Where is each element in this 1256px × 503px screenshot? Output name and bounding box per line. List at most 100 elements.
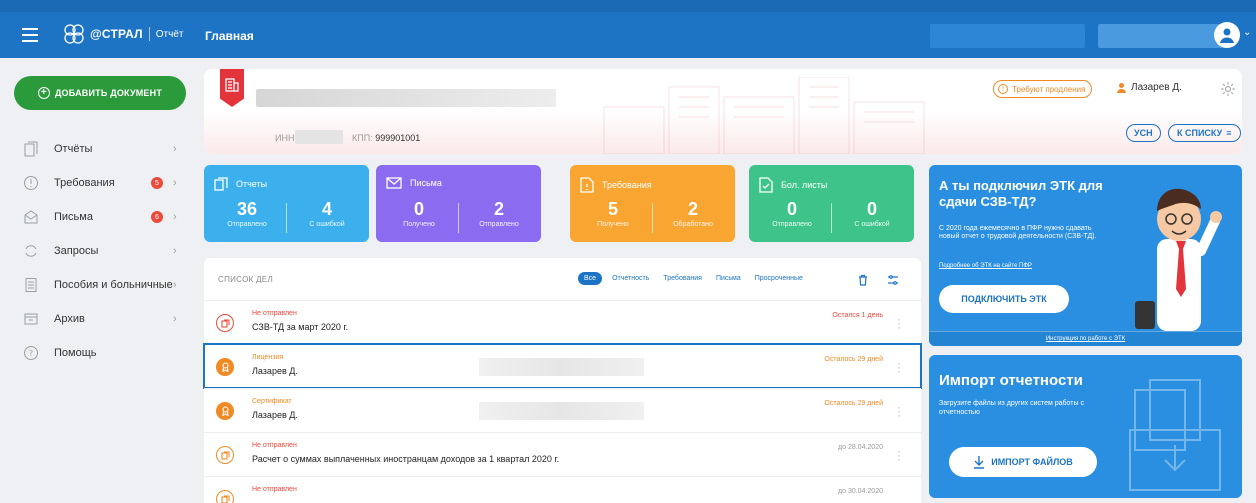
tile-caption: Отправлено: [227, 221, 267, 228]
task-row[interactable]: Сертификат Лазарев Д. Осталось 29 дней ·…: [204, 388, 921, 432]
task-status: Не отправлен: [252, 486, 297, 493]
document-alert-icon: [580, 177, 594, 193]
license-icon: [216, 358, 234, 376]
import-promo-card: Импорт отчетности Загрузите файлы из дру…: [929, 355, 1242, 498]
envelope-icon: [386, 177, 402, 189]
user-avatar[interactable]: [1214, 22, 1240, 48]
import-files-button[interactable]: ИМПОРТ ФАЙЛОВ: [949, 447, 1097, 477]
etk-promo-card: А ты подключил ЭТК для сдачи СЗВ-ТД? С 2…: [929, 165, 1242, 346]
count-badge: 6: [151, 211, 163, 223]
add-document-label: ДОБАВИТЬ ДОКУМЕНТ: [54, 88, 163, 98]
tile-divider: [458, 203, 459, 233]
import-files-label: ИМПОРТ ФАЙЛОВ: [991, 457, 1073, 467]
tile-letters[interactable]: Письма 0 Получено 2 Отправлено: [376, 165, 541, 242]
sidebar-item-label: Помощь: [54, 347, 97, 359]
top-bar: @СТРАЛ Отчёт Главная ⌄: [0, 0, 1256, 58]
sidebar-item-help[interactable]: ? Помощь: [0, 335, 196, 371]
filter-overdue[interactable]: Просроченные: [755, 275, 803, 282]
tile-requirements[interactable]: Требования 5 Получено 2 Обработано: [570, 165, 735, 242]
org-selector[interactable]: [930, 24, 1085, 48]
company-name: [256, 89, 556, 107]
promo-text: Загрузите файлы из других систем работы …: [939, 400, 1084, 416]
tile-sick-leave[interactable]: Бол. листы 0 Отправлено 0 С ошибкой: [749, 165, 914, 242]
task-row[interactable]: Не отправлен до 30.04.2020: [204, 476, 921, 503]
tile-divider: [286, 203, 287, 233]
promo-heading: Импорт отчетности: [939, 372, 1083, 389]
businessman-illustration: [1135, 188, 1222, 331]
tile-caption: С ошибкой: [854, 221, 890, 228]
report-not-sent-icon: [216, 490, 234, 503]
chevron-down-icon[interactable]: ⌄: [1243, 27, 1251, 38]
tile-caption: Обработано: [673, 221, 713, 228]
buildings-illustration: [603, 77, 925, 154]
more-vertical-icon[interactable]: · · ·: [897, 445, 901, 465]
sidebar-item-reports[interactable]: Отчёты ›: [0, 131, 196, 167]
envelope-icon: [24, 210, 38, 224]
chevron-right-icon: ›: [173, 313, 177, 325]
gear-icon[interactable]: [1220, 81, 1236, 97]
settings-sliders-icon[interactable]: [887, 274, 899, 286]
to-list-label: К СПИСКУ: [1177, 128, 1223, 138]
kpp: КПП: 999901001: [352, 133, 420, 143]
tile-divider: [652, 203, 653, 233]
filter-requirements[interactable]: Требования: [663, 275, 702, 282]
info-icon: !: [998, 84, 1008, 94]
sidebar-item-requirements[interactable]: Требования 5 ›: [0, 165, 196, 201]
tile-title: Письма: [410, 178, 442, 188]
task-due: до 28.04.2020: [838, 444, 883, 451]
tile-title: Бол. листы: [781, 180, 828, 190]
tile-value: 5: [607, 199, 618, 219]
filter-all[interactable]: Все: [578, 272, 603, 285]
sidebar-item-label: Архив: [54, 313, 85, 325]
tile-reports[interactable]: Отчеты 36 Отправлено 4 С ошибкой: [204, 165, 369, 242]
user-name-field[interactable]: [1098, 24, 1228, 48]
filter-letters[interactable]: Письма: [716, 275, 741, 282]
task-due: Остался 1 день: [832, 312, 883, 319]
tax-system-pill[interactable]: УСН: [1126, 124, 1161, 142]
task-row[interactable]: Не отправлен СЗВ-ТД за март 2020 г. Оста…: [204, 300, 921, 344]
add-document-button[interactable]: + ДОБАВИТЬ ДОКУМЕНТ: [14, 76, 186, 110]
more-vertical-icon[interactable]: · · ·: [897, 401, 901, 421]
owner[interactable]: Лазарев Д.: [1116, 82, 1182, 93]
tile-value: 2: [493, 199, 504, 219]
etk-instructions-link[interactable]: Инструкция по работе с ЭТК: [929, 331, 1242, 346]
download-arrow-icon: [974, 456, 985, 469]
to-list-button[interactable]: К СПИСКУ ≡: [1168, 124, 1241, 142]
task-row[interactable]: Лицензия Лазарев Д. Осталось 29 дней · · ·: [203, 343, 922, 389]
reports-icon: [214, 177, 228, 191]
more-vertical-icon[interactable]: · · ·: [897, 357, 901, 377]
filter-reporting[interactable]: Отчетность: [612, 275, 649, 282]
task-title: Расчет о суммах выплаченных иностранцам …: [252, 454, 560, 464]
sidebar-item-queries[interactable]: Запросы ›: [0, 233, 196, 269]
task-due: до 30.04.2020: [838, 488, 883, 495]
task-filters: Все Отчетность Требования Письма Просроч…: [578, 272, 817, 285]
more-vertical-icon[interactable]: · · ·: [897, 313, 901, 333]
task-row[interactable]: Не отправлен Расчет о суммах выплаченных…: [204, 432, 921, 476]
sidebar-item-archive[interactable]: Архив ›: [0, 301, 196, 337]
archive-icon: [24, 313, 38, 325]
sidebar-item-label: Пособия и больничные: [54, 279, 173, 291]
tile-title: Отчеты: [236, 179, 268, 189]
kpp-value: 999901001: [375, 133, 421, 143]
page-title: Главная: [205, 29, 254, 43]
person-icon: [1117, 83, 1126, 93]
user-icon: [1220, 28, 1234, 43]
inn-label: ИНН: [275, 133, 295, 143]
pfr-info-link[interactable]: Подробнее об ЭТК на сайте ПФР: [939, 263, 1032, 269]
trash-icon[interactable]: [858, 274, 868, 286]
menu-icon[interactable]: [22, 28, 38, 42]
chevron-right-icon: ›: [173, 279, 177, 291]
renewal-required-badge[interactable]: ! Требуют продления: [993, 80, 1093, 98]
tile-caption: Отправлено: [479, 221, 519, 228]
sidebar-item-benefits[interactable]: Пособия и больничные ›: [0, 267, 196, 303]
certificate-icon: [216, 402, 234, 420]
chevron-right-icon: ›: [173, 143, 177, 155]
sidebar-item-letters[interactable]: Письма 6 ›: [0, 199, 196, 235]
connect-etk-button[interactable]: ПОДКЛЮЧИТЬ ЭТК: [939, 285, 1069, 313]
task-list-title: СПИСОК ДЕЛ: [218, 275, 273, 284]
tile-caption: Получено: [403, 221, 435, 228]
sidebar-item-label: Требования: [54, 177, 115, 189]
logo[interactable]: @СТРАЛ Отчёт: [62, 22, 184, 46]
svg-text:?: ?: [29, 349, 33, 358]
owner-name: Лазарев Д.: [1131, 82, 1182, 93]
